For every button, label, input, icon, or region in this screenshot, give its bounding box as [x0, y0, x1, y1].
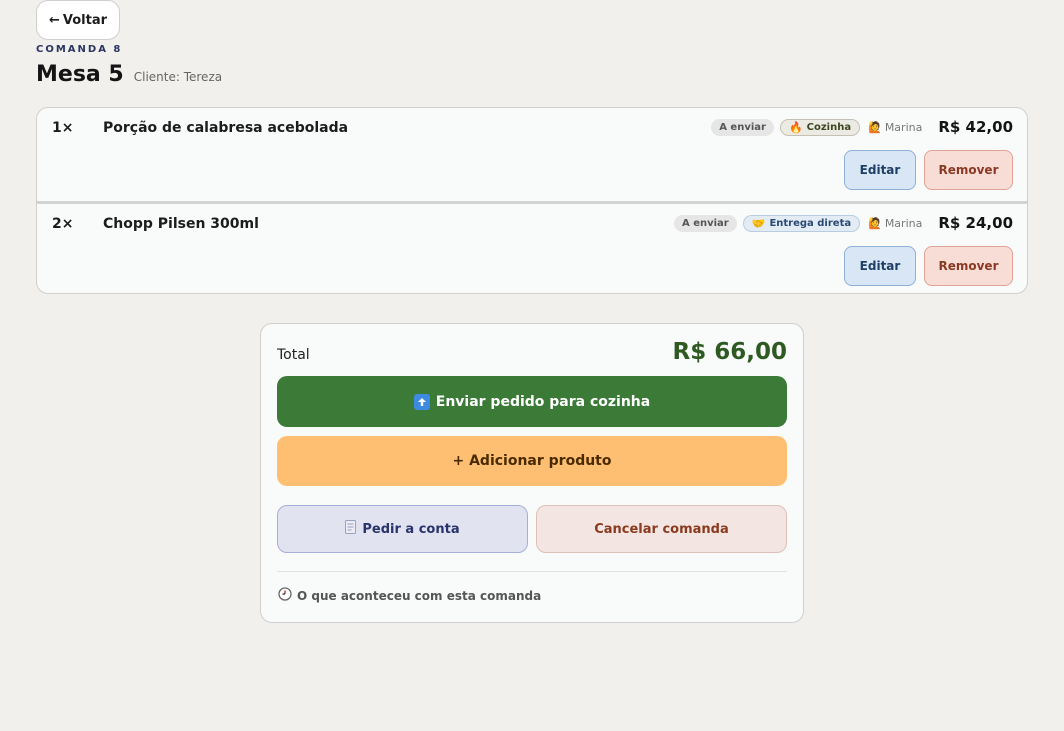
- item-price: R$ 42,00: [938, 118, 1013, 136]
- item-destination-label: Entrega direta: [769, 217, 852, 229]
- item-destination-badge: 🤝 Entrega direta: [742, 214, 861, 232]
- send-to-kitchen-label: Enviar pedido para cozinha: [435, 393, 651, 410]
- order-history-link[interactable]: O que aconteceu com esta comanda: [278, 587, 541, 604]
- total-label: Total: [277, 347, 310, 363]
- page-header: Mesa 5 Cliente: Tereza: [36, 62, 222, 87]
- item-status-badge: A enviar: [711, 118, 774, 136]
- item-actions: Editar Remover: [844, 150, 1013, 190]
- item-name: Porção de calabresa acebolada: [103, 120, 349, 136]
- order-item-row: 1× Porção de calabresa acebolada A envia…: [37, 108, 1027, 201]
- item-actions: Editar Remover: [844, 246, 1013, 286]
- arrow-left-icon: ←: [48, 12, 60, 28]
- fire-icon: 🔥: [788, 120, 803, 134]
- cancel-order-button[interactable]: Cancelar comanda: [536, 505, 787, 553]
- receipt-icon: [345, 520, 357, 538]
- add-product-button[interactable]: + Adicionar produto: [277, 436, 787, 486]
- item-meta: A enviar 🤝 Entrega direta 🙋 Marina R$ 24…: [673, 214, 1013, 232]
- item-waiter: 🙋 Marina: [868, 121, 922, 134]
- item-waiter-name: Marina: [884, 120, 923, 134]
- edit-item-button[interactable]: Editar: [844, 246, 916, 286]
- clock-icon: [278, 587, 292, 604]
- send-to-kitchen-button[interactable]: Enviar pedido para cozinha: [277, 376, 787, 427]
- item-destination-label: Cozinha: [806, 121, 852, 133]
- remove-item-button[interactable]: Remover: [924, 150, 1013, 190]
- comanda-number: COMANDA 8: [36, 44, 123, 55]
- waiter-icon: 🙋: [868, 216, 882, 230]
- client-name: Cliente: Tereza: [133, 70, 223, 84]
- order-summary-card: Total R$ 66,00 Enviar pedido para cozinh…: [260, 323, 804, 623]
- total-value: R$ 66,00: [672, 339, 787, 365]
- back-button-label: Voltar: [62, 12, 108, 28]
- back-button[interactable]: ← Voltar: [36, 0, 120, 40]
- item-quantity: 1×: [52, 120, 74, 136]
- request-bill-button[interactable]: Pedir a conta: [277, 505, 528, 553]
- remove-item-button[interactable]: Remover: [924, 246, 1013, 286]
- item-waiter: 🙋 Marina: [868, 217, 922, 230]
- item-meta: A enviar 🔥 Cozinha 🙋 Marina R$ 42,00: [711, 118, 1013, 136]
- handshake-icon: 🤝: [751, 216, 766, 230]
- item-price: R$ 24,00: [938, 214, 1013, 232]
- item-status-badge: A enviar: [673, 214, 737, 232]
- page-title: Mesa 5: [36, 62, 124, 87]
- item-waiter-name: Marina: [884, 216, 923, 230]
- order-items-list: 1× Porção de calabresa acebolada A envia…: [36, 107, 1028, 294]
- item-quantity: 2×: [52, 216, 74, 232]
- divider: [277, 571, 787, 572]
- request-bill-label: Pedir a conta: [362, 521, 460, 537]
- edit-item-button[interactable]: Editar: [844, 150, 916, 190]
- waiter-icon: 🙋: [868, 120, 882, 134]
- item-name: Chopp Pilsen 300ml: [103, 216, 259, 232]
- order-item-row: 2× Chopp Pilsen 300ml A enviar 🤝 Entrega…: [37, 201, 1027, 293]
- order-history-label: O que aconteceu com esta comanda: [297, 588, 542, 603]
- item-destination-badge: 🔥 Cozinha: [779, 118, 861, 136]
- up-arrow-icon: [413, 393, 430, 410]
